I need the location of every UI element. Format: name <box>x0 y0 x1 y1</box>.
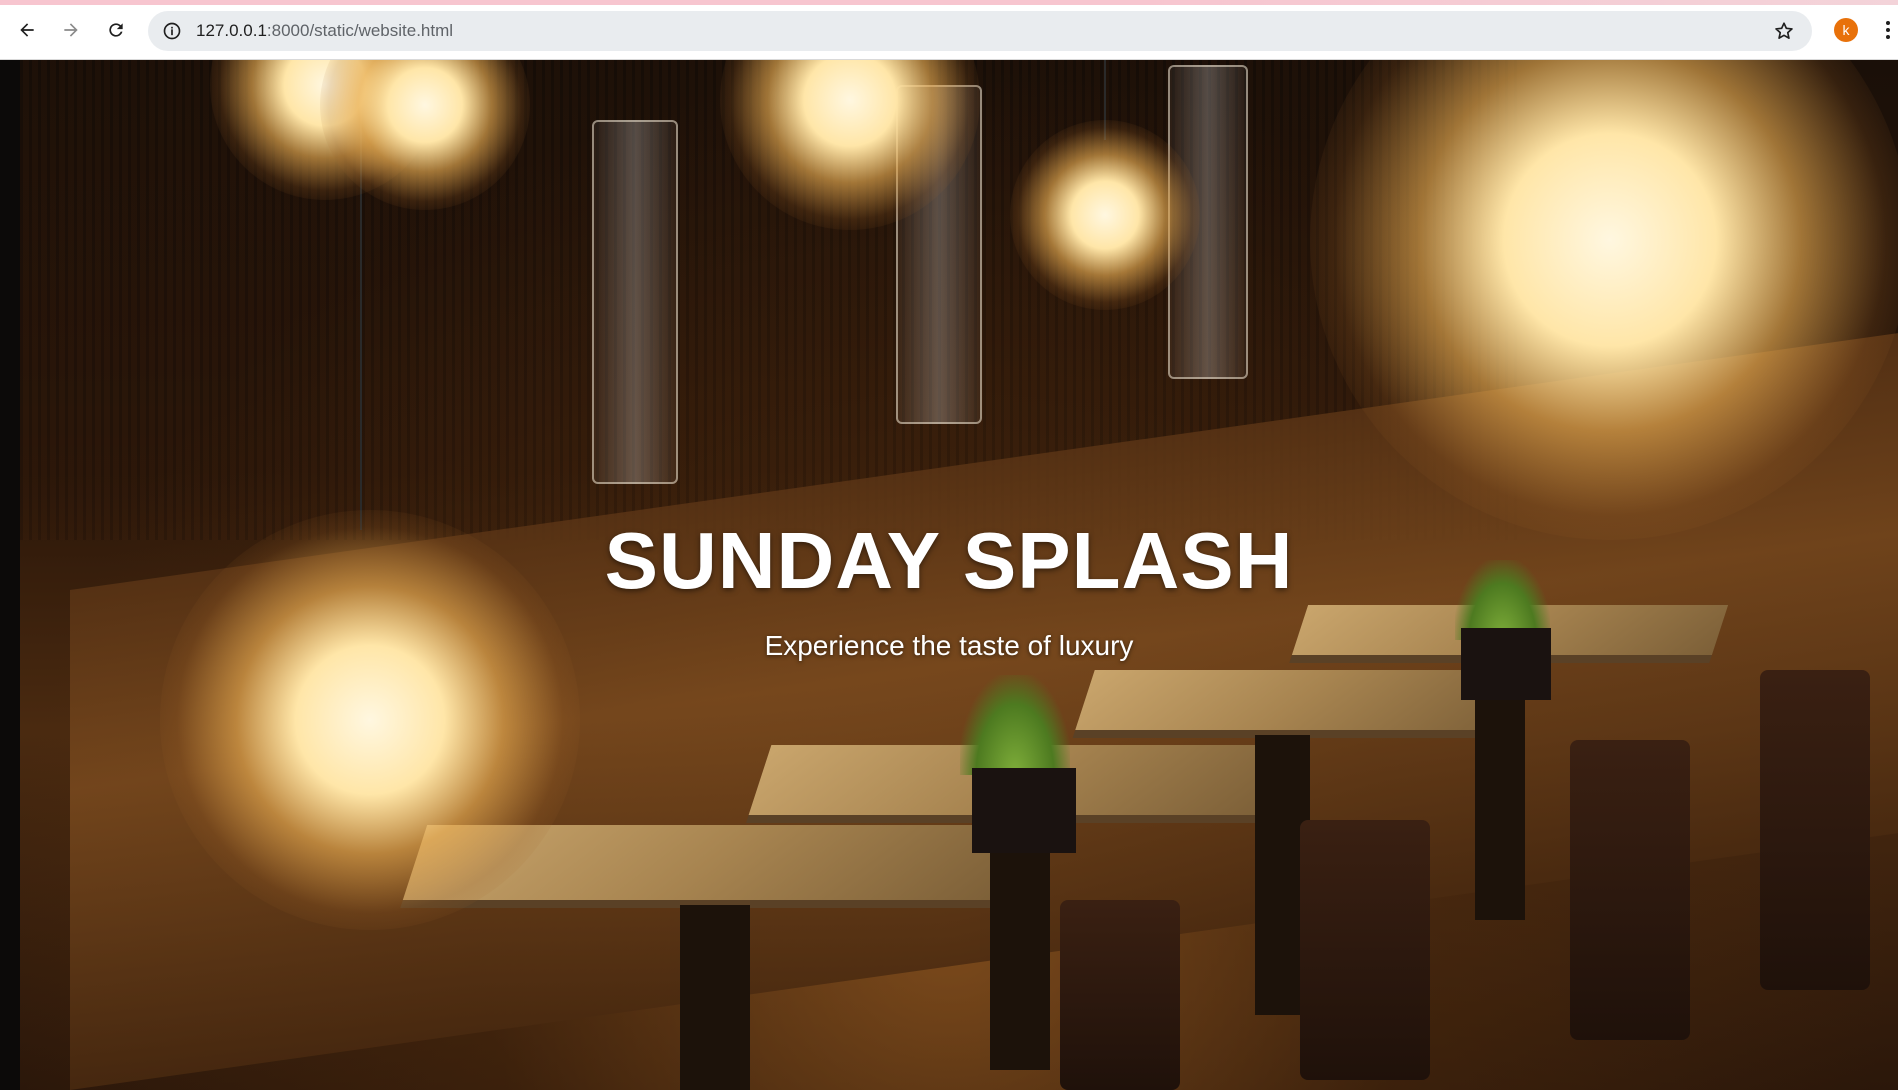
arrow-left-icon <box>20 23 34 37</box>
url-host: 127.0.0.1 <box>196 21 267 40</box>
menu-dot <box>1886 35 1890 39</box>
chair <box>1760 670 1870 990</box>
tab-strip-accent <box>0 0 1898 5</box>
lamp-glow <box>1010 120 1200 310</box>
url-path: :8000/static/website.html <box>266 21 454 40</box>
menu-dot <box>1886 28 1890 32</box>
chair <box>1300 820 1430 1080</box>
reload-button[interactable] <box>101 15 131 45</box>
table-leg <box>990 820 1050 1070</box>
site-info-button[interactable] <box>158 17 186 45</box>
address-bar[interactable]: 127.0.0.1:8000/static/website.html <box>148 11 1812 51</box>
arrow-right-icon <box>64 23 78 37</box>
more-vert-icon[interactable] <box>1882 16 1894 44</box>
plant-pot <box>972 768 1076 853</box>
chair <box>1570 740 1690 1040</box>
hero-subtitle: Experience the taste of luxury <box>764 630 1134 661</box>
menu-dot <box>1886 21 1890 25</box>
bookmark-button[interactable] <box>1772 19 1796 43</box>
browser-toolbar: 127.0.0.1:8000/static/website.html k <box>0 0 1898 60</box>
hero-section: SUNDAY SPLASH Experience the taste of lu… <box>0 60 1898 1090</box>
lamp-tube <box>592 120 678 484</box>
forward-button[interactable] <box>56 15 86 45</box>
chair <box>1060 900 1180 1090</box>
profile-avatar[interactable]: k <box>1834 18 1858 42</box>
table <box>1075 670 1525 730</box>
hero-title: SUNDAY SPLASH <box>604 516 1294 605</box>
star-icon <box>1775 22 1793 39</box>
back-button[interactable] <box>12 15 42 45</box>
plant <box>960 675 1070 775</box>
info-icon <box>163 22 181 40</box>
url-text[interactable]: 127.0.0.1:8000/static/website.html <box>196 21 453 41</box>
table-leg <box>680 905 750 1090</box>
reload-icon <box>109 23 123 37</box>
